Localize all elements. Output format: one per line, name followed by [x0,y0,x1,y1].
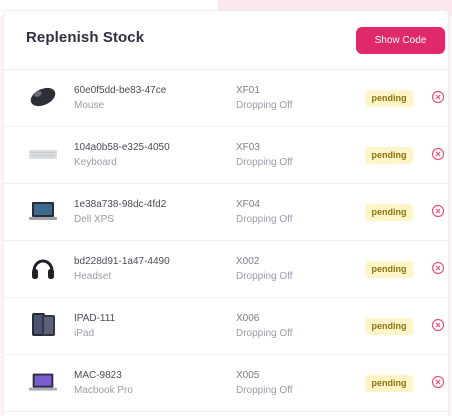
item-id: bd228d91-1a47-4490 [74,256,170,267]
list-item: 104a0b58-e325-4050 Keyboard XF03 Droppin… [4,127,448,184]
show-code-button[interactable]: Show Code [356,27,445,54]
list-item: 60e0f5dd-be83-47ce Mouse XF01 Dropping O… [4,70,448,127]
item-id: 104a0b58-e325-4050 [74,142,170,153]
item-status: Dropping Off [236,385,293,396]
replenish-stock-card: Replenish Stock Show Code 60e0f5dd-be83-… [3,10,449,416]
remove-icon[interactable] [431,261,445,275]
list-item: MAC-9823 Macbook Pro X005 Dropping Off p… [4,355,448,412]
status-badge: pending [365,261,413,278]
item-name: iPad [74,328,95,339]
status-badge: pending [365,375,413,392]
remove-icon[interactable] [431,318,445,332]
mouse-icon [28,84,58,110]
status-badge: pending [365,90,413,107]
remove-icon[interactable] [431,147,445,161]
page-title: Replenish Stock [26,29,145,46]
item-name: Keyboard [74,157,117,168]
item-name: Mouse [74,100,105,111]
item-name: Headset [74,271,112,282]
item-location: XF01 [236,85,260,96]
laptop-icon [28,198,58,224]
item-id: IPAD-111 [74,313,116,324]
status-badge: pending [365,318,413,335]
headset-icon [28,255,58,281]
item-id: MAC-9823 [74,370,122,381]
remove-icon[interactable] [431,90,445,104]
item-id: 60e0f5dd-be83-47ce [74,85,167,96]
item-status: Dropping Off [236,214,293,225]
item-status: Dropping Off [236,157,293,168]
item-status: Dropping Off [236,100,293,111]
item-location: X005 [236,370,260,381]
remove-icon[interactable] [431,375,445,389]
item-location: XF03 [236,142,260,153]
card-header: Replenish Stock Show Code [4,11,448,70]
item-id: 1e38a738-98dc-4fd2 [74,199,167,210]
list-item: 1e38a738-98dc-4fd2 Dell XPS XF04 Droppin… [4,184,448,241]
list-item: IPAD-111 iPad X006 Dropping Off pending [4,298,448,355]
item-location: XF04 [236,199,260,210]
remove-icon[interactable] [431,204,445,218]
macbook-icon [28,369,58,395]
item-status: Dropping Off [236,271,293,282]
item-location: X002 [236,256,260,267]
tablet-icon [28,312,58,338]
list-item: bd228d91-1a47-4490 Headset X002 Dropping… [4,241,448,298]
item-location: X006 [236,313,260,324]
keyboard-icon [28,141,58,167]
status-badge: pending [365,204,413,221]
item-name: Macbook Pro [74,385,133,396]
status-badge: pending [365,147,413,164]
item-name: Dell XPS [74,214,115,225]
item-status: Dropping Off [236,328,293,339]
